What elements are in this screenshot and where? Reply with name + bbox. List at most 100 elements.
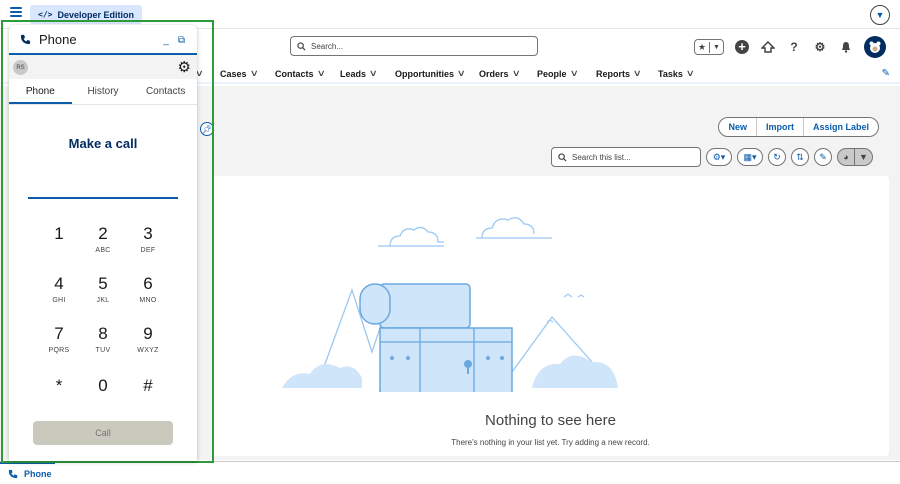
chart-icon[interactable]: ◕ bbox=[837, 148, 855, 166]
minimize-icon[interactable]: _ bbox=[163, 35, 169, 46]
key-letters: JKL bbox=[96, 297, 110, 304]
nav-item-reports[interactable]: Reports ∨ bbox=[596, 68, 642, 79]
phone-settings-gear-icon[interactable]: ⚙ bbox=[178, 58, 191, 76]
phone-panel-header: Phone _ ⧉ bbox=[9, 25, 197, 55]
search-icon bbox=[558, 152, 567, 162]
import-button[interactable]: Import bbox=[757, 118, 804, 136]
dial-key-8[interactable]: 8 TUV bbox=[81, 324, 125, 355]
sort-icon[interactable]: ⇅ bbox=[791, 148, 809, 166]
search-icon bbox=[297, 41, 306, 51]
dial-key-4[interactable]: 4 GHI bbox=[37, 275, 81, 305]
display-as-table-icon[interactable]: ▦▾ bbox=[737, 148, 763, 166]
edit-pencil-icon[interactable]: ✎ bbox=[814, 148, 832, 166]
key-digit: 1 bbox=[54, 224, 64, 243]
chevron-down-icon[interactable]: ∨ bbox=[511, 68, 520, 79]
tab-contacts[interactable]: Contacts bbox=[134, 81, 197, 104]
chart-filter-group: ◕ ▼ bbox=[837, 148, 873, 166]
nav-item-contacts[interactable]: Contacts ∨ bbox=[275, 68, 325, 79]
edit-nav-pencil-icon[interactable]: ✎ bbox=[882, 68, 890, 79]
list-actions: New Import Assign Label bbox=[718, 117, 879, 137]
agent-avatar[interactable]: RS bbox=[13, 60, 28, 75]
chevron-down-icon[interactable]: ∨ bbox=[369, 68, 378, 79]
help-icon[interactable]: ? bbox=[786, 39, 802, 55]
chevron-down-icon[interactable]: ▼ bbox=[870, 5, 890, 25]
list-search-placeholder: Search this list... bbox=[572, 152, 631, 162]
header-icons: ★ ▼ + ? ⚙ bbox=[694, 36, 886, 58]
user-avatar[interactable] bbox=[864, 36, 886, 58]
nav-label: Cases bbox=[220, 68, 247, 79]
add-icon[interactable]: + bbox=[734, 39, 750, 55]
key-letters: GHI bbox=[52, 297, 66, 304]
nav-item-people[interactable]: People ∨ bbox=[537, 68, 578, 79]
global-search-input[interactable]: Search... bbox=[290, 36, 538, 56]
key-digit: 2 bbox=[98, 224, 108, 243]
dial-key-7[interactable]: 7 PQRS bbox=[37, 325, 81, 355]
key-digit: 5 bbox=[98, 274, 108, 293]
favorites-button[interactable]: ★ ▼ bbox=[694, 39, 724, 55]
dial-key-2[interactable]: 2 ABC bbox=[81, 224, 125, 255]
chevron-down-icon[interactable]: ∨ bbox=[569, 68, 578, 79]
caret-down-icon[interactable]: ▼ bbox=[710, 44, 723, 51]
key-digit: 8 bbox=[98, 324, 108, 343]
key-digit: 9 bbox=[143, 324, 153, 343]
nav-item-cases[interactable]: Cases ∨ bbox=[220, 68, 258, 79]
dial-key-6[interactable]: 6 MNO bbox=[126, 274, 170, 305]
dial-key-star[interactable]: * bbox=[37, 377, 81, 395]
chevron-down-icon[interactable]: ∨ bbox=[249, 68, 258, 79]
chevron-down-icon[interactable]: ∨ bbox=[633, 68, 642, 79]
phone-panel-actions: _ ⧉ bbox=[163, 35, 185, 46]
key-digit: 3 bbox=[143, 224, 153, 243]
dial-number-input[interactable] bbox=[28, 197, 178, 199]
key-letters: MNO bbox=[139, 297, 157, 304]
nav-item-leads[interactable]: Leads ∨ bbox=[340, 68, 378, 79]
nav-item-tasks[interactable]: Tasks ∨ bbox=[658, 68, 695, 79]
phone-icon bbox=[20, 34, 31, 44]
dial-key-3[interactable]: 3 DEF bbox=[126, 224, 170, 255]
call-button[interactable]: Call bbox=[33, 421, 173, 445]
make-a-call-heading: Make a call bbox=[68, 136, 138, 151]
assign-label-button[interactable]: Assign Label bbox=[804, 118, 878, 136]
nav-label: Reports bbox=[596, 68, 631, 79]
key-digit: 6 bbox=[143, 274, 153, 293]
nav-label: Opportunities bbox=[395, 68, 454, 79]
phone-tabs: Phone History Contacts bbox=[9, 81, 197, 105]
chevron-down-icon[interactable]: ∨ bbox=[316, 68, 325, 79]
code-icon: </> bbox=[38, 10, 53, 19]
setup-gear-icon[interactable]: ⚙ bbox=[812, 39, 828, 55]
list-toolbar: ⚙▾ ▦▾ ↻ ⇅ ✎ ◕ ▼ bbox=[706, 148, 873, 166]
star-icon: ★ bbox=[695, 41, 710, 53]
list-search-input[interactable]: Search this list... bbox=[551, 147, 701, 167]
nav-label: Leads bbox=[340, 68, 367, 79]
chevron-down-icon[interactable]: ∨ bbox=[686, 68, 695, 79]
utility-bar: Phone bbox=[0, 461, 900, 484]
pop-out-icon[interactable]: ⧉ bbox=[178, 35, 185, 46]
chevron-down-icon[interactable]: ∨ bbox=[457, 68, 466, 79]
key-letters: PQRS bbox=[48, 347, 70, 354]
tab-phone[interactable]: Phone bbox=[9, 81, 72, 104]
dial-key-9[interactable]: 9 WXYZ bbox=[126, 324, 170, 355]
new-button[interactable]: New bbox=[719, 118, 757, 136]
key-letters: DEF bbox=[140, 247, 156, 254]
refresh-icon[interactable]: ↻ bbox=[768, 148, 786, 166]
key-digit: 0 bbox=[98, 376, 108, 395]
nav-item-opportunities[interactable]: Opportunities ∨ bbox=[395, 68, 466, 79]
utility-phone-label: Phone bbox=[24, 469, 52, 479]
dial-key-hash[interactable]: # bbox=[126, 377, 170, 395]
edition-label: Developer Edition bbox=[57, 9, 134, 20]
list-settings-gear-icon[interactable]: ⚙▾ bbox=[706, 148, 732, 166]
notifications-bell-icon[interactable] bbox=[838, 39, 854, 55]
trailhead-icon[interactable] bbox=[760, 39, 776, 55]
dial-key-1[interactable]: 1 bbox=[37, 225, 81, 247]
utility-phone-item[interactable]: Phone bbox=[0, 462, 55, 484]
dial-key-5[interactable]: 5 JKL bbox=[81, 274, 125, 305]
phone-status-bar: RS ⚙ bbox=[9, 55, 197, 79]
tab-history[interactable]: History bbox=[72, 81, 135, 104]
key-letters: ABC bbox=[95, 247, 111, 254]
empty-state-illustration bbox=[282, 217, 618, 392]
nav-item-orders[interactable]: Orders ∨ bbox=[479, 68, 520, 79]
nav-label: People bbox=[537, 68, 567, 79]
app-menu-icon[interactable] bbox=[10, 7, 22, 19]
filter-icon[interactable]: ▼ bbox=[855, 148, 873, 166]
key-digit: * bbox=[55, 376, 63, 395]
dial-key-0[interactable]: 0 bbox=[81, 377, 125, 395]
